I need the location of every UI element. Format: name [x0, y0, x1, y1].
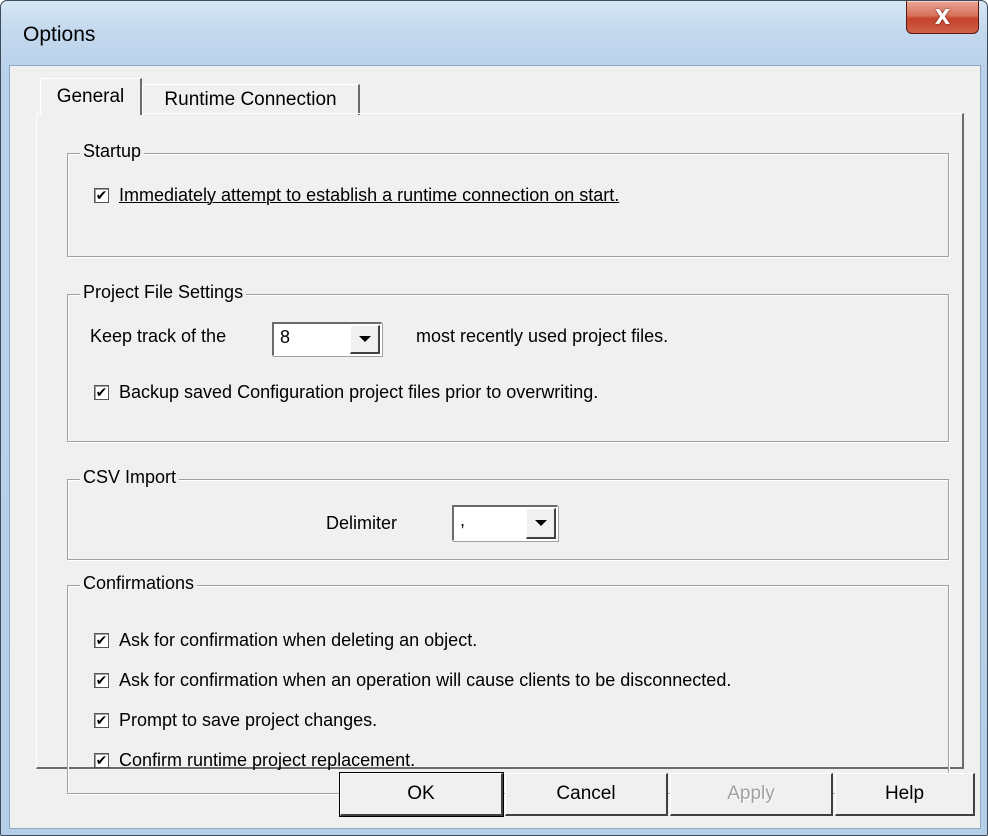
apply-button[interactable]: Apply [670, 773, 833, 816]
tab-runtime-connection[interactable]: Runtime Connection [142, 84, 360, 115]
auto-connect-label: Immediately attempt to establish a runti… [119, 185, 620, 205]
chevron-down-icon[interactable] [526, 508, 556, 539]
confirm-replace-label: Confirm runtime project replacement. [119, 750, 416, 770]
help-button[interactable]: Help [835, 773, 975, 816]
auto-connect-option[interactable]: ✔ Immediately attempt to establish a run… [94, 185, 619, 206]
mru-suffix-label: most recently used project files. [416, 326, 669, 346]
title-bar[interactable]: Options X [1, 1, 987, 65]
ok-button[interactable]: OK [339, 772, 504, 817]
delimiter-label: Delimiter [326, 513, 398, 533]
mru-prefix-label: Keep track of the [90, 326, 227, 346]
confirm-replace-checkbox[interactable]: ✔ [94, 753, 109, 768]
confirm-disconnect-option[interactable]: ✔ Ask for confirmation when an operation… [94, 670, 731, 691]
confirm-delete-checkbox[interactable]: ✔ [94, 633, 109, 648]
csv-import-legend: CSV Import [80, 467, 180, 488]
confirm-replace-option[interactable]: ✔ Confirm runtime project replacement. [94, 750, 415, 771]
startup-group: Startup ✔ Immediately attempt to establi… [67, 141, 949, 257]
mru-count-select[interactable]: 8 [272, 322, 382, 356]
confirm-disconnect-checkbox[interactable]: ✔ [94, 673, 109, 688]
backup-option[interactable]: ✔ Backup saved Configuration project fil… [94, 382, 598, 403]
options-dialog: Options X General Runtime Connection Sta… [0, 0, 988, 836]
mru-count-value: 8 [280, 327, 291, 347]
window-title: Options [23, 23, 96, 46]
project-file-settings-legend: Project File Settings [80, 282, 247, 303]
confirm-disconnect-label: Ask for confirmation when an operation w… [119, 670, 732, 690]
prompt-save-label: Prompt to save project changes. [119, 710, 378, 730]
general-tab-panel: Startup ✔ Immediately attempt to establi… [36, 113, 964, 794]
delimiter-select[interactable]: , [452, 505, 558, 541]
close-button[interactable]: X [906, 1, 979, 34]
chevron-down-icon[interactable] [350, 325, 380, 354]
delimiter-value: , [460, 510, 466, 530]
confirmations-group: Confirmations ✔ Ask for confirmation whe… [67, 573, 949, 794]
csv-import-group: CSV Import Delimiter , [67, 467, 949, 560]
auto-connect-checkbox[interactable]: ✔ [94, 188, 109, 203]
project-file-settings-group: Project File Settings Keep track of the … [67, 282, 949, 442]
backup-label: Backup saved Configuration project files… [119, 382, 599, 402]
confirm-delete-option[interactable]: ✔ Ask for confirmation when deleting an … [94, 630, 477, 651]
dialog-body: General Runtime Connection Startup ✔ Imm… [9, 65, 981, 829]
startup-legend: Startup [80, 141, 145, 162]
confirm-delete-label: Ask for confirmation when deleting an ob… [119, 630, 478, 650]
prompt-save-option[interactable]: ✔ Prompt to save project changes. [94, 710, 377, 731]
cancel-button[interactable]: Cancel [505, 773, 668, 816]
backup-checkbox[interactable]: ✔ [94, 385, 109, 400]
close-icon: X [934, 5, 951, 29]
tab-general[interactable]: General [40, 78, 142, 115]
confirmations-legend: Confirmations [80, 573, 198, 594]
prompt-save-checkbox[interactable]: ✔ [94, 713, 109, 728]
